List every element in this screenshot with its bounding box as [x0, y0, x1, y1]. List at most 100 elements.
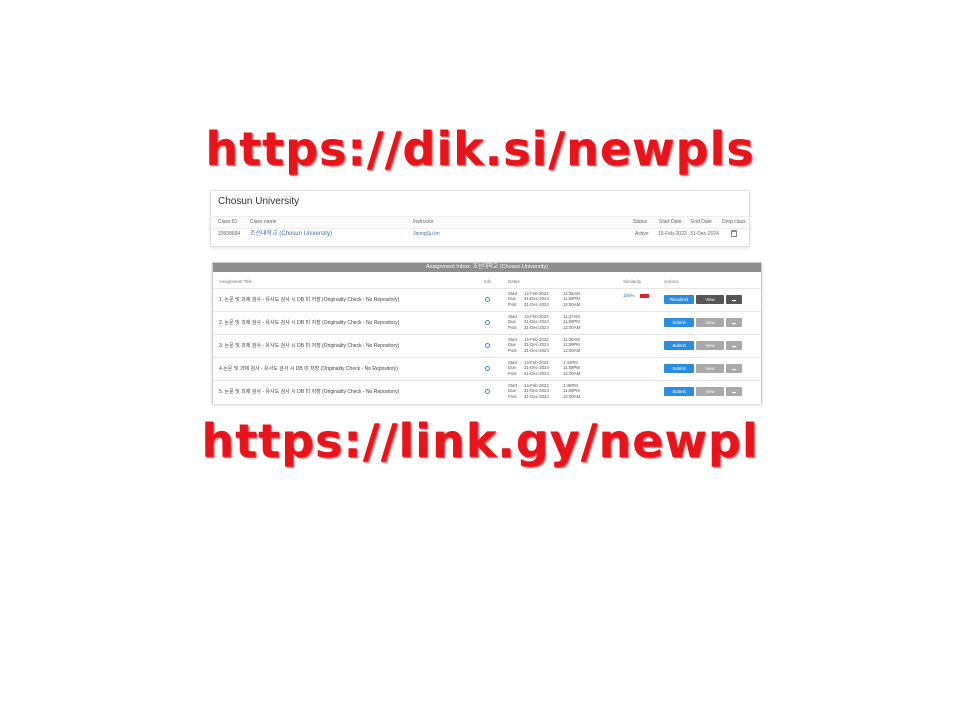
info-icon[interactable]: [485, 389, 490, 394]
time-value: 12:00AM: [563, 370, 581, 376]
date-values: 14-Feb-2022 31-Dec-2024 31-Dec-2024: [524, 337, 549, 353]
assignment-title: 4.논문 및 과제 검사 - 유사도 검사 시 DB 미 저장 (Origina…: [219, 366, 398, 372]
download-icon: ↓: [732, 298, 736, 303]
date-label: Due: [508, 342, 516, 348]
date-labels: Start Due Post: [508, 314, 517, 330]
banner-url-top: https://dik.si/newpls: [205, 122, 755, 176]
info-icon[interactable]: [485, 366, 490, 371]
download-icon: ↓: [732, 367, 736, 372]
time-value: 12:00AM: [563, 393, 581, 399]
date-values: 14-Feb-2022 31-Dec-2024 31-Dec-2024: [524, 314, 549, 330]
trash-icon[interactable]: [731, 230, 737, 237]
header-drop-class: Drop class: [722, 219, 746, 225]
header-status: Status: [633, 219, 648, 225]
header-class-name: Class name: [250, 219, 277, 225]
header-info: Info: [484, 279, 492, 284]
header-end-date: End Date: [691, 219, 712, 225]
header-start-date: Start Date: [659, 219, 682, 225]
header-actions: Actions: [664, 279, 679, 284]
class-name-link[interactable]: 조선대학교 (Chosun University): [250, 228, 332, 240]
time-value: 12:00AM: [563, 301, 581, 307]
class-panel-title: Chosun University: [218, 196, 300, 207]
date-value: 31-Dec-2024: [524, 324, 549, 330]
date-label: Due: [508, 388, 516, 394]
view-button[interactable]: View: [696, 364, 724, 373]
date-label: Due: [508, 365, 516, 371]
date-value: 31-Dec-2024: [524, 388, 549, 394]
date-value: 31-Dec-2024: [524, 365, 549, 371]
time-value: 11:59PM: [563, 296, 580, 302]
date-label: Post: [508, 370, 517, 376]
submit-button[interactable]: Submit: [664, 387, 694, 396]
class-row: 33608684 조선대학교 (Chosun University) Jeong…: [211, 228, 749, 240]
submit-button[interactable]: Submit: [664, 341, 694, 350]
assignment-row: 4.논문 및 과제 검사 - 유사도 검사 시 DB 미 저장 (Origina…: [213, 357, 761, 381]
date-label: Post: [508, 324, 517, 330]
date-value: 31-Dec-2024: [524, 296, 549, 302]
time-values: 1:46PM 11:59PM 12:00AM: [563, 383, 580, 399]
resubmit-button[interactable]: Resubmit: [664, 295, 694, 304]
time-values: 11:35AM 11:59PM 12:00AM: [563, 291, 580, 307]
time-value: 12:00AM: [563, 347, 581, 353]
assignment-row: 5. 논문 및 과제 검사 - 유사도 검사 시 DB 미 저장 (Origin…: [213, 380, 761, 404]
similarity-indicator: [640, 294, 649, 298]
instructor-link[interactable]: JeongSu Im: [413, 228, 440, 240]
similarity-score-link[interactable]: 100%: [623, 293, 635, 298]
class-end-date: 31-Dec-2024: [690, 231, 719, 237]
view-button[interactable]: View: [696, 341, 724, 350]
info-icon[interactable]: [485, 320, 490, 325]
info-icon[interactable]: [485, 343, 490, 348]
date-value: 31-Dec-2024: [524, 347, 549, 353]
assignment-title: 3. 논문 및 과제 검사 - 유사도 검사 시 DB 미 저장 (Origin…: [219, 343, 400, 349]
submit-button[interactable]: Submit: [664, 318, 694, 327]
date-labels: Start Due Post: [508, 383, 517, 399]
date-values: 14-Feb-2022 31-Dec-2024 31-Dec-2024: [524, 383, 549, 399]
assignment-panel: Assignment Inbox: 조선대학교 (Chosun Universi…: [212, 262, 762, 404]
time-value: 11:59PM: [563, 365, 580, 371]
header-class-id: Class ID: [218, 219, 237, 225]
header-dates: Dates: [508, 279, 520, 284]
view-button[interactable]: View: [696, 295, 724, 304]
assignment-title: 5. 논문 및 과제 검사 - 유사도 검사 시 DB 미 저장 (Origin…: [219, 389, 400, 395]
submit-button[interactable]: Submit: [664, 364, 694, 373]
banner-url-bottom: https://link.gy/newpl: [201, 414, 759, 468]
date-labels: Start Due Post: [508, 337, 517, 353]
download-icon: ↓: [732, 321, 736, 326]
date-label: Post: [508, 347, 517, 353]
time-values: 11:37AM 11:59PM 12:00AM: [563, 314, 580, 330]
date-label: Due: [508, 319, 516, 325]
date-label: Due: [508, 296, 516, 302]
time-values: 1:44PM 11:59PM 12:00AM: [563, 360, 580, 376]
assignment-title: 2. 논문 및 과제 검사 - 유사도 검사 시 DB 미 저장 (Origin…: [219, 320, 400, 326]
date-labels: Start Due Post: [508, 360, 517, 376]
info-icon[interactable]: [485, 297, 490, 302]
header-assignment-title: Assignment Title: [219, 279, 253, 284]
assignment-row: 3. 논문 및 과제 검사 - 유사도 검사 시 DB 미 저장 (Origin…: [213, 334, 761, 358]
assignment-row: 1. 논문 및 과제 검사 - 유사도 검사 시 DB 미 저장 (Origin…: [213, 288, 761, 312]
date-value: 31-Dec-2024: [524, 301, 549, 307]
download-button[interactable]: ↓: [726, 318, 742, 327]
date-label: Post: [508, 301, 517, 307]
class-status: Active: [635, 231, 649, 237]
date-label: Post: [508, 393, 517, 399]
view-button[interactable]: View: [696, 387, 724, 396]
view-button[interactable]: View: [696, 318, 724, 327]
assignment-title: 1. 논문 및 과제 검사 - 유사도 검사 시 DB 미 저장 (Origin…: [219, 297, 400, 303]
header-similarity: Similarity: [623, 279, 642, 284]
time-value: 11:59PM: [563, 388, 580, 394]
download-button[interactable]: ↓: [726, 364, 742, 373]
date-value: 31-Dec-2024: [524, 393, 549, 399]
download-button[interactable]: ↓: [726, 387, 742, 396]
time-values: 11:39AM 11:59PM 12:00AM: [563, 337, 580, 353]
download-button[interactable]: ↓: [726, 295, 742, 304]
assignment-row: 2. 논문 및 과제 검사 - 유사도 검사 시 DB 미 저장 (Origin…: [213, 311, 761, 335]
assignment-table-header: Assignment Title Info Dates Similarity A…: [213, 277, 761, 287]
download-icon: ↓: [732, 344, 736, 349]
class-start-date: 15-Feb-2022: [658, 231, 687, 237]
date-value: 31-Dec-2024: [524, 319, 549, 325]
time-value: 11:59PM: [563, 319, 580, 325]
date-values: 14-Feb-2022 31-Dec-2024 31-Dec-2024: [524, 291, 549, 307]
class-panel: Chosun University Class ID Class name In…: [210, 190, 750, 247]
download-button[interactable]: ↓: [726, 341, 742, 350]
class-id: 33608684: [218, 231, 241, 237]
